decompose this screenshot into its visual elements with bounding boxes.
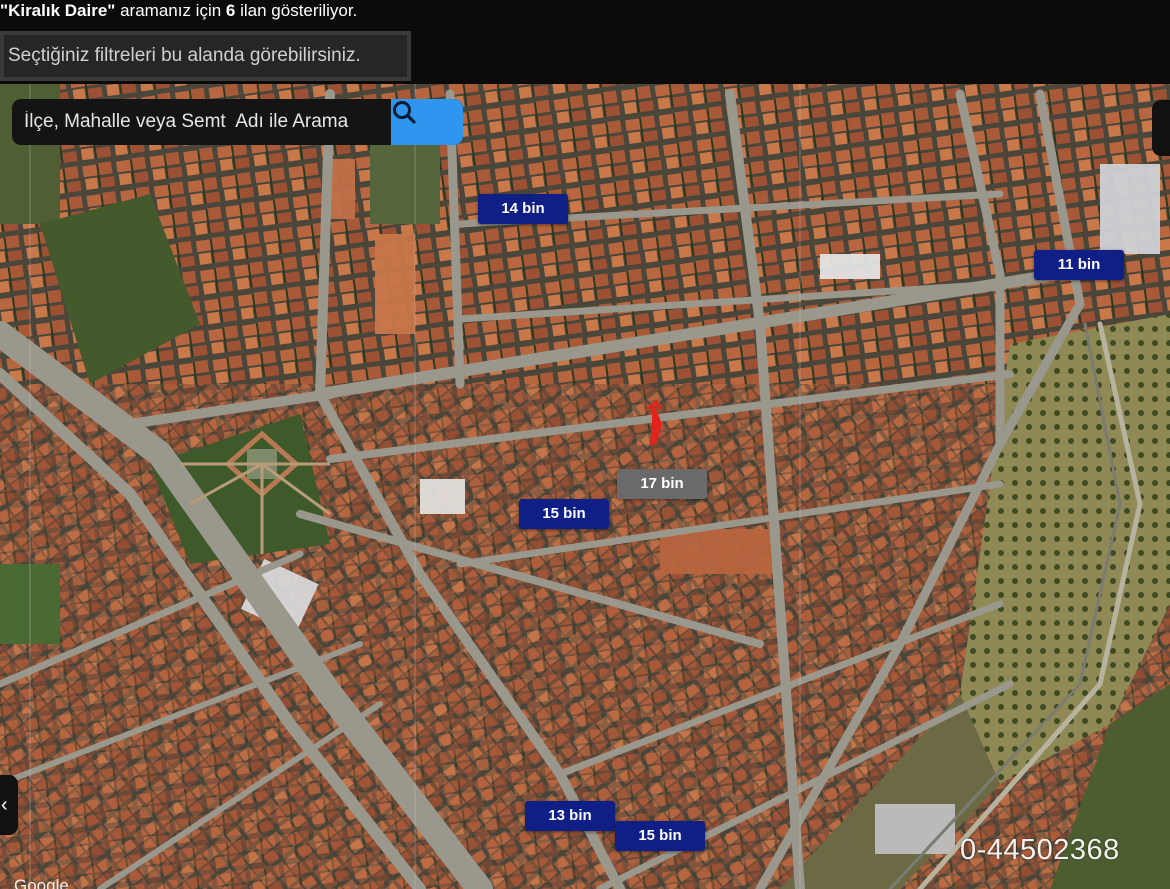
- search-summary: "Kiralık Daire" aramanız için 6 ilan gös…: [0, 1, 357, 21]
- result-count: 6: [225, 1, 236, 20]
- location-search: [12, 99, 463, 145]
- map-panel-toggle-right[interactable]: [1152, 100, 1170, 156]
- summary-text-end: ilan gösteriliyor.: [235, 1, 358, 20]
- quote-open: ": [0, 1, 9, 20]
- price-marker[interactable]: 15 bin: [615, 821, 705, 851]
- search-query: Kiralık Daire: [8, 1, 108, 20]
- price-marker[interactable]: 13 bin: [525, 801, 615, 831]
- location-search-input[interactable]: [12, 99, 390, 145]
- price-marker[interactable]: 15 bin: [519, 499, 609, 529]
- price-marker-visited[interactable]: 17 bin: [617, 469, 707, 499]
- search-button[interactable]: [391, 99, 463, 145]
- selected-filters-area[interactable]: Seçtiğiniz filtreleri bu alanda görebili…: [0, 31, 411, 81]
- price-marker[interactable]: 14 bin: [478, 194, 568, 224]
- price-marker[interactable]: 11 bin: [1034, 250, 1124, 280]
- satellite-imagery: [0, 84, 1170, 889]
- phone-watermark: 0-44502368: [960, 834, 1120, 866]
- google-logo: Google: [14, 876, 69, 889]
- map-panel-toggle-left[interactable]: ‹: [0, 775, 18, 835]
- summary-text: aramanız için: [115, 1, 226, 20]
- search-icon: [393, 101, 416, 124]
- satellite-map[interactable]: ‹ 14 bin 11 bin 17 bin 15 bin 13 bin 15 …: [0, 84, 1170, 889]
- results-header: "Kiralık Daire" aramanız için 6 ilan gös…: [0, 0, 1170, 84]
